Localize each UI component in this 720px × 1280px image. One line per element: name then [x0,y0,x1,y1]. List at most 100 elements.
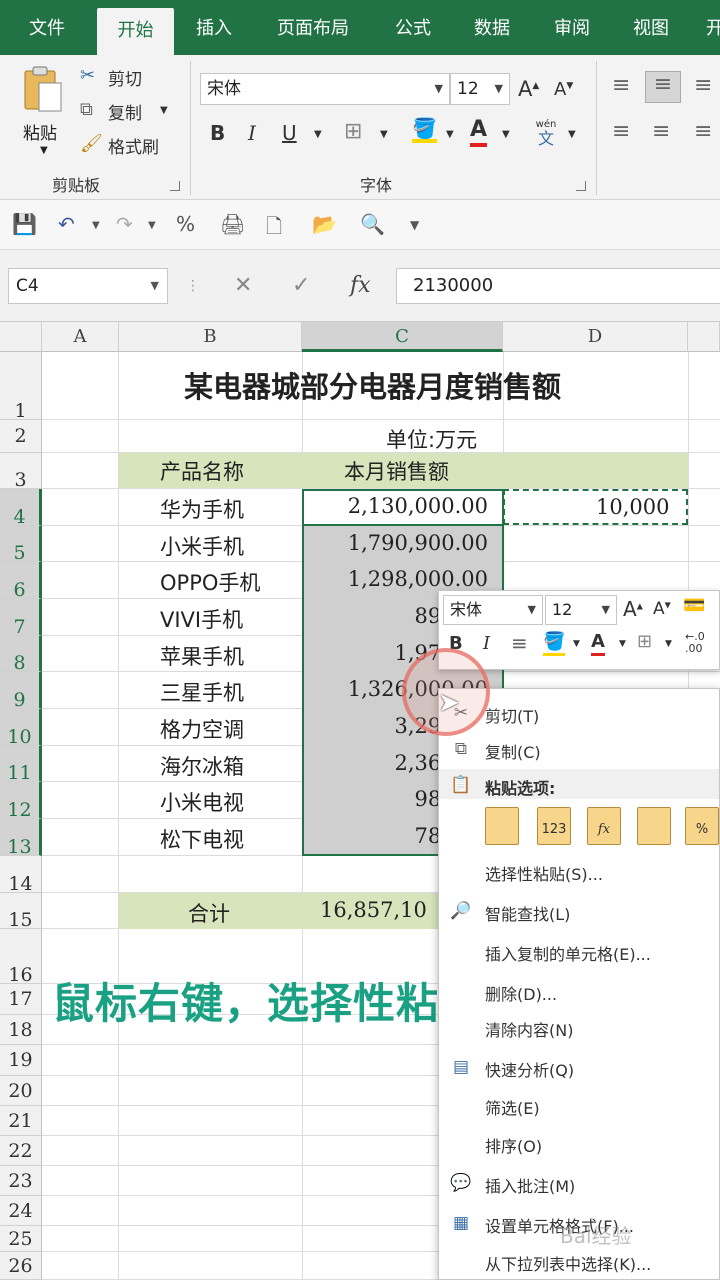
mini-align-center-icon[interactable]: ≡ [511,631,528,655]
mini-borders-icon[interactable]: ⊞ [637,631,652,652]
tab-data[interactable]: 数据 [456,0,528,55]
row-header[interactable]: 4 [0,489,42,526]
row-header[interactable]: 8 [0,636,42,672]
grow-font-icon[interactable]: A▲ [518,77,539,101]
mini-font-color-icon[interactable]: A [591,631,605,656]
menu-item-cut[interactable]: 剪切(T) [485,703,539,727]
mini-fill-color-icon[interactable]: 🪣 [543,631,566,656]
align-right-icon[interactable]: ≡ [694,119,712,144]
row-header[interactable]: 5 [0,526,42,562]
row-header[interactable]: 17 [0,984,42,1015]
cut-button[interactable]: 剪切 [108,65,142,90]
paste-formulas-icon[interactable]: fx [587,807,621,845]
product-name-cell[interactable]: 松下电视 [160,824,244,854]
total-value[interactable]: 16,857,10 [320,898,427,922]
sheet-title[interactable]: 某电器城部分电器月度销售额 [184,364,561,406]
menu-item-pick-from-list[interactable]: 从下拉列表中选择(K)... [485,1251,651,1275]
row-header[interactable]: 2 [0,420,42,453]
paste-default-icon[interactable] [485,807,519,845]
align-center-icon[interactable]: ≡ [652,119,670,144]
font-color-button[interactable]: A [470,117,488,147]
row-header[interactable]: 18 [0,1015,42,1045]
product-name-cell[interactable]: 小米电视 [160,787,244,817]
tab-view[interactable]: 视图 [615,0,687,55]
format-painter-button[interactable]: 格式刷 [108,133,159,158]
header-monthly-sales[interactable]: 本月销售额 [344,456,449,486]
align-bottom-icon[interactable]: ≡ [694,73,712,98]
sales-value-cell[interactable]: 1,298,000.00 [348,567,488,591]
menu-item-insert-comment[interactable]: 插入批注(M) [485,1173,575,1197]
column-header-a[interactable]: A [42,322,119,352]
tab-more[interactable]: 开 [700,0,720,55]
open-folder-icon[interactable]: 📂 [312,212,337,236]
cell-d4[interactable]: 10,000 [596,495,669,519]
unit-label[interactable]: 单位:万元 [386,424,477,454]
tab-home[interactable]: 开始 [97,8,174,55]
tab-review[interactable]: 审阅 [536,0,608,55]
copy-button[interactable]: 复制 [108,99,142,124]
sales-value-cell[interactable]: 2,130,000.00 [348,494,488,518]
menu-item-paste-special[interactable]: 选择性粘贴(S)... [485,861,603,885]
align-middle-icon[interactable]: ≡ [645,71,681,103]
phonetic-guide-icon[interactable]: wén 文 [532,119,560,149]
header-product-name[interactable]: 产品名称 [160,456,244,486]
row-header[interactable]: 20 [0,1076,42,1106]
product-name-cell[interactable]: 海尔冰箱 [160,751,244,781]
accounting-format-icon[interactable]: 💳 [683,595,705,616]
align-top-icon[interactable]: ≡ [612,73,630,98]
product-name-cell[interactable]: 华为手机 [160,494,244,524]
row-header[interactable]: 6 [0,562,42,599]
row-header[interactable]: 10 [0,709,42,746]
paste-values-icon[interactable]: 123 [537,807,571,845]
percent-style-icon[interactable]: % [176,212,195,236]
tab-page-layout[interactable]: 页面布局 [258,0,368,55]
menu-item-filter[interactable]: 筛选(E) [485,1095,540,1119]
row-header[interactable]: 14 [0,856,42,893]
cancel-icon[interactable]: ✕ [234,268,252,304]
increase-decimal-icon[interactable]: ←.0.00 [685,631,705,655]
paste-formatting-icon[interactable]: % [685,807,719,845]
clipboard-launcher[interactable] [170,181,180,191]
tab-insert[interactable]: 插入 [178,0,250,55]
sales-value-cell[interactable]: 1,790,900.00 [348,531,488,555]
formula-input[interactable]: 2130000 [396,268,720,304]
insert-function-button[interactable]: fx [350,268,371,304]
mini-font-size-select[interactable]: 12 ▼ [545,595,617,625]
print-preview-icon[interactable]: 🖨 [220,212,245,236]
menu-item-clear-contents[interactable]: 清除内容(N) [485,1017,573,1041]
menu-item-insert-copied-cells[interactable]: 插入复制的单元格(E)... [485,941,651,965]
fill-color-icon[interactable]: 🪣 [412,117,437,143]
product-name-cell[interactable]: 苹果手机 [160,641,244,671]
borders-icon[interactable]: ⊞ [344,119,362,144]
mini-font-name-select[interactable]: 宋体 ▼ [443,595,543,625]
product-name-cell[interactable]: OPPO手机 [160,567,260,597]
column-header-c[interactable]: C [302,322,503,352]
font-launcher[interactable] [576,181,586,191]
row-header[interactable]: 21 [0,1106,42,1136]
customize-qat-icon[interactable]: ▼ [410,218,419,232]
undo-icon[interactable]: ↶ [58,212,75,236]
paste-button[interactable]: 粘贴 ▼ [18,63,68,163]
row-header[interactable]: 13 [0,819,42,856]
name-box[interactable]: C4 ▼ [8,268,168,304]
new-file-icon[interactable]: 🗋 [266,212,282,246]
tab-formulas[interactable]: 公式 [378,0,448,55]
menu-item-sort[interactable]: 排序(O) [485,1133,542,1157]
mini-italic-button[interactable]: I [483,633,490,654]
shrink-font-icon[interactable]: A▼ [653,599,671,619]
row-header[interactable]: 3 [0,453,42,489]
bold-button[interactable]: B [210,121,225,145]
italic-button[interactable]: I [248,121,256,145]
product-name-cell[interactable]: 三星手机 [160,677,244,707]
paste-transpose-icon[interactable] [637,807,671,845]
row-header[interactable]: 23 [0,1166,42,1196]
row-header[interactable]: 12 [0,782,42,819]
print-preview-search-icon[interactable]: 🔍 [360,212,385,236]
font-name-select[interactable]: 宋体 ▼ [200,73,450,105]
product-name-cell[interactable]: 格力空调 [160,714,244,744]
row-header[interactable]: 16 [0,929,42,984]
row-header[interactable]: 7 [0,599,42,636]
row-header[interactable]: 22 [0,1136,42,1166]
redo-icon[interactable]: ↷ [116,212,133,236]
row-header[interactable]: 9 [0,672,42,709]
